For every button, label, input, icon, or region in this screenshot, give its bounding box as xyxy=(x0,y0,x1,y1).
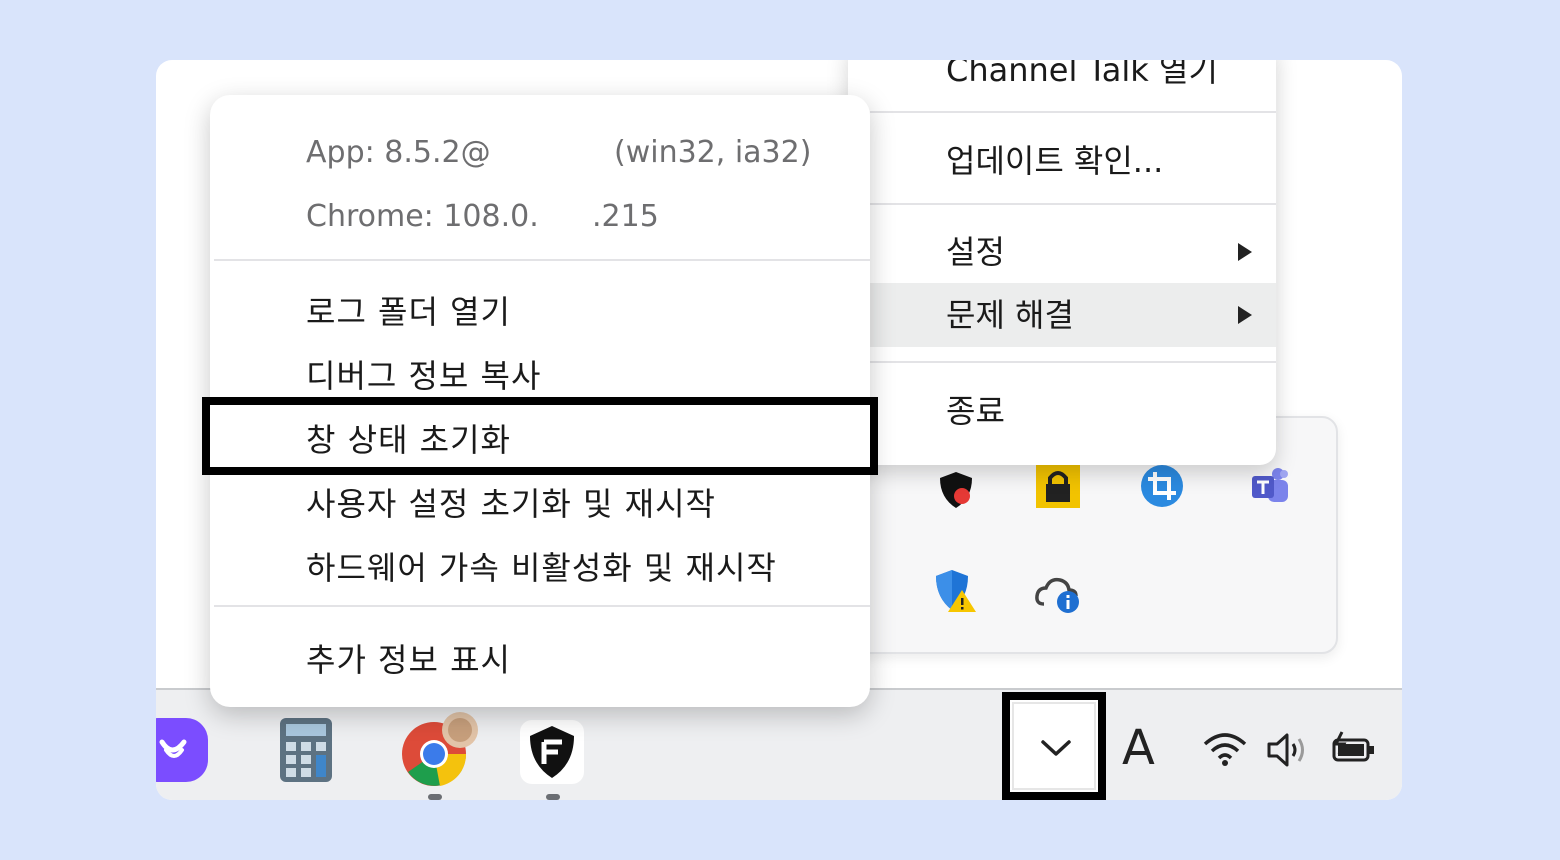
shield-app-icon[interactable] xyxy=(520,720,584,784)
input-indicator[interactable]: A xyxy=(1122,720,1162,776)
menu-separator xyxy=(870,111,1276,113)
onedrive-info-icon[interactable] xyxy=(1034,574,1082,618)
crop-icon[interactable] xyxy=(1140,464,1184,512)
menu-item-reset-window-state[interactable]: 창 상태 초기화 xyxy=(306,415,511,461)
menu-item-open-channel-talk[interactable]: Channel Talk 열기 xyxy=(848,60,1276,102)
channel-talk-icon[interactable] xyxy=(156,718,208,782)
menu-item-label: Channel Talk 열기 xyxy=(946,60,1218,89)
menu-separator xyxy=(870,361,1276,363)
menu-item-check-updates[interactable]: 업데이트 확인... xyxy=(848,129,1276,193)
chrome-icon[interactable] xyxy=(400,708,484,792)
windows-security-warning-icon[interactable] xyxy=(932,568,978,618)
menu-item-settings[interactable]: 설정 xyxy=(848,220,1276,284)
calculator-icon[interactable] xyxy=(280,718,332,782)
running-indicator xyxy=(546,794,560,800)
menu-item-label: 문제 해결 xyxy=(946,296,1074,334)
tray-context-menu: Channel Talk 열기 업데이트 확인... 설정 문제 해결 종료 xyxy=(848,60,1276,465)
app-version-info: App: 8.5.2@ (win32, ia32) xyxy=(306,135,811,170)
menu-item-open-log-folder[interactable]: 로그 폴더 열기 xyxy=(306,287,511,333)
chevron-down-icon xyxy=(1041,740,1071,756)
menu-item-label: 설정 xyxy=(946,233,1005,271)
menu-separator xyxy=(870,203,1276,205)
platform-text: (win32, ia32) xyxy=(614,135,812,170)
submenu-arrow-icon xyxy=(1238,243,1252,261)
chrome-build-text: .215 xyxy=(592,199,659,234)
volume-icon[interactable] xyxy=(1266,730,1312,770)
highlight-box xyxy=(202,397,878,475)
submenu-arrow-icon xyxy=(1238,306,1252,324)
menu-item-label: 종료 xyxy=(946,392,1005,430)
menu-item-copy-debug-info[interactable]: 디버그 정보 복사 xyxy=(306,351,541,397)
wifi-icon[interactable] xyxy=(1202,730,1248,768)
menu-separator xyxy=(214,259,870,261)
show-hidden-icons-button[interactable] xyxy=(1002,692,1106,800)
teams-icon[interactable] xyxy=(1248,466,1292,510)
menu-item-show-more-info[interactable]: 추가 정보 표시 xyxy=(306,635,511,681)
chrome-version-text: Chrome: 108.0. xyxy=(306,199,539,234)
chrome-version-info: Chrome: 108.0. .215 xyxy=(306,199,659,234)
menu-item-troubleshoot[interactable]: 문제 해결 xyxy=(848,283,1276,347)
shield-badge-icon[interactable] xyxy=(934,468,978,516)
lock-icon[interactable] xyxy=(1036,464,1080,512)
menu-item-reset-settings-restart[interactable]: 사용자 설정 초기화 및 재시작 xyxy=(306,479,716,525)
menu-separator xyxy=(214,605,870,607)
screen: A Channel Talk 열기 업데이트 확인... 설정 문제 해결 종료… xyxy=(156,60,1402,800)
battery-icon[interactable] xyxy=(1330,730,1378,768)
app-version-text: App: 8.5.2@ xyxy=(306,135,491,170)
menu-item-disable-hw-accel-restart[interactable]: 하드웨어 가속 비활성화 및 재시작 xyxy=(306,543,777,589)
menu-item-quit[interactable]: 종료 xyxy=(848,379,1276,443)
menu-item-label: 업데이트 확인... xyxy=(946,142,1164,180)
running-indicator xyxy=(428,794,442,800)
